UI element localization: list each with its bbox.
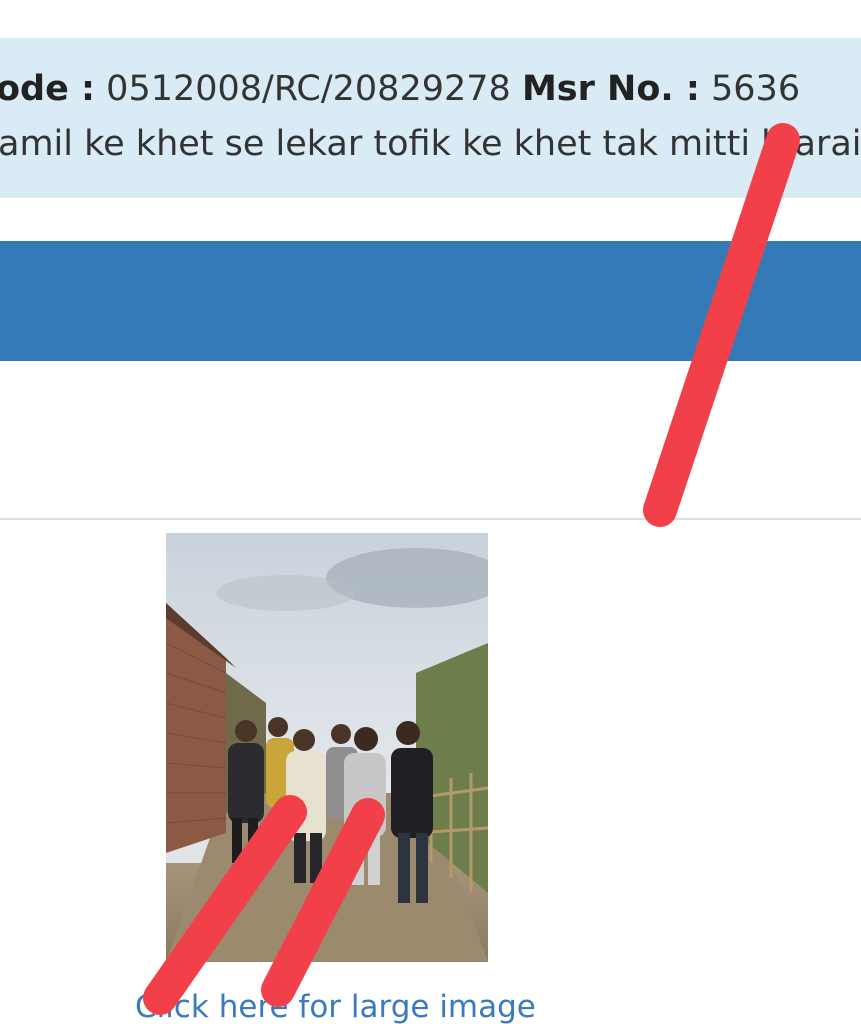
msr-label: Msr No. :: [521, 69, 700, 109]
large-image-link[interactable]: Click here for large image: [135, 992, 536, 1023]
page: ode : 0512008/RC/20829278 Msr No. : 5636…: [0, 0, 861, 1024]
code-label: ode :: [0, 69, 96, 109]
msr-value: 5636: [711, 69, 801, 109]
record-info-box: [0, 38, 861, 198]
code-value: 0512008/RC/20829278: [106, 69, 511, 109]
section-header-bar: [0, 241, 861, 361]
divider: [0, 518, 861, 520]
work-description: amil ke khet se lekar tofik ke khet tak …: [0, 124, 861, 164]
site-photo-thumbnail[interactable]: [166, 533, 488, 962]
record-code-line: ode : 0512008/RC/20829278 Msr No. : 5636: [0, 72, 800, 107]
